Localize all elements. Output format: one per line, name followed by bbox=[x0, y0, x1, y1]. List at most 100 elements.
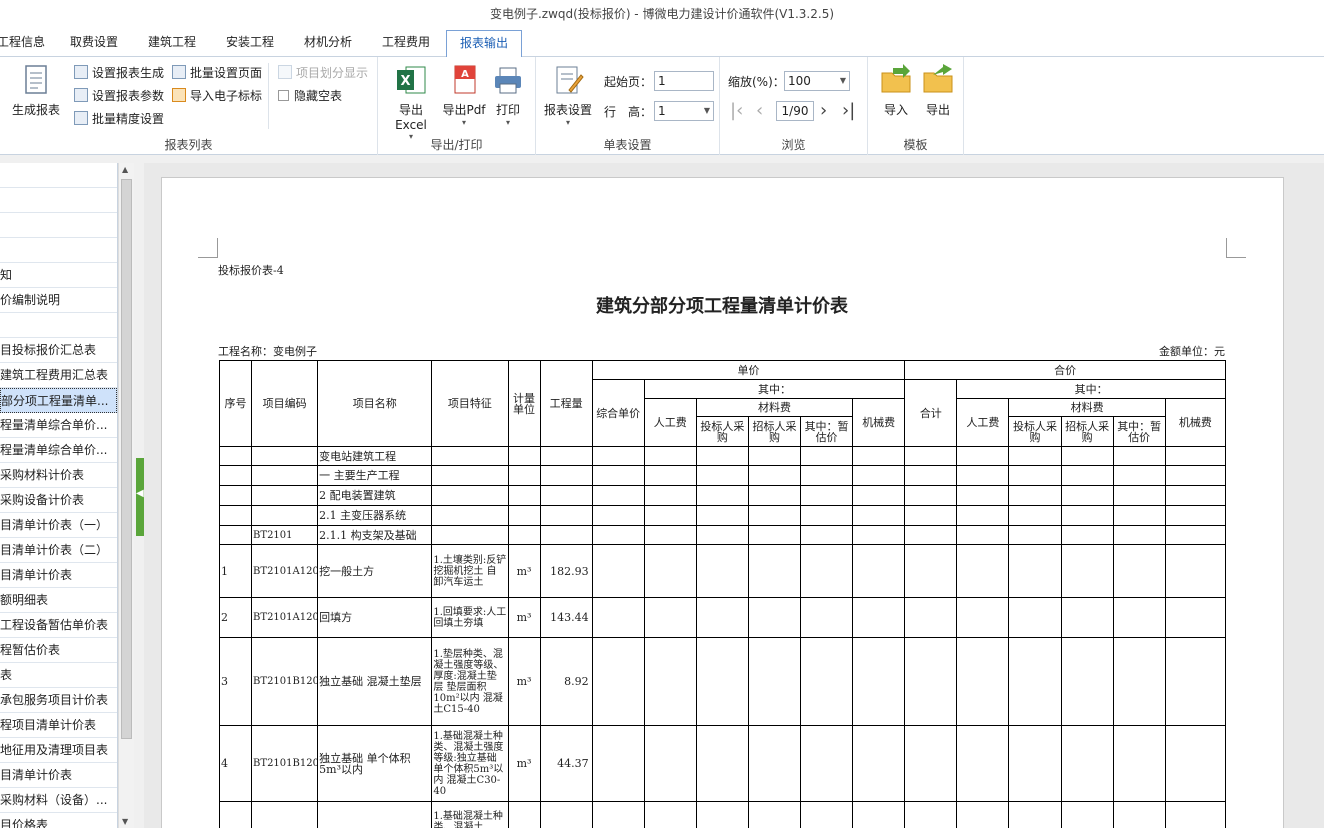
report-list-item[interactable]: 目价格表 bbox=[0, 813, 117, 828]
tab-install[interactable]: 安装工程 bbox=[218, 30, 282, 57]
tab-project-cost[interactable]: 工程费用 bbox=[374, 30, 438, 57]
cell-feature bbox=[431, 465, 509, 486]
cell-amount bbox=[852, 465, 906, 486]
cell-amount bbox=[747, 446, 802, 466]
cell-seq: 3 bbox=[218, 637, 253, 726]
report-list-item[interactable]: 目清单计价表（二） bbox=[0, 538, 117, 563]
set-report-params-button[interactable]: 设置报表参数 bbox=[74, 86, 164, 106]
report-list-item[interactable]: 采购设备计价表 bbox=[0, 488, 117, 513]
params-icon bbox=[74, 88, 88, 102]
cell-qty bbox=[539, 525, 593, 545]
cell-amount bbox=[747, 525, 802, 545]
cell-amount bbox=[591, 446, 645, 466]
report-list-item[interactable] bbox=[0, 188, 117, 213]
row-height-select[interactable]: 1 ▼ bbox=[654, 101, 714, 121]
table-row: 1BT2101A12003挖一般土方1.土壤类别:反铲挖掘机挖土 自卸汽车运土m… bbox=[218, 544, 1227, 598]
cell-unit: m³ bbox=[507, 544, 541, 598]
cell-amount bbox=[852, 637, 906, 726]
first-page-icon[interactable]: |‹ bbox=[730, 100, 743, 121]
scrollbar-thumb[interactable] bbox=[121, 179, 132, 739]
report-list-item[interactable]: 承包服务项目计价表 bbox=[0, 688, 117, 713]
cell-name: 变电站建筑工程 bbox=[317, 446, 433, 466]
cell-amount bbox=[1008, 446, 1062, 466]
report-list-item[interactable] bbox=[0, 313, 117, 338]
report-list-item[interactable]: 目投标报价汇总表 bbox=[0, 338, 117, 363]
cell-amount bbox=[800, 525, 854, 545]
report-list-item[interactable]: 程量清单综合单价... bbox=[0, 413, 117, 438]
cell-code bbox=[251, 801, 319, 828]
report-list-item[interactable]: 程量清单综合单价... bbox=[0, 438, 117, 463]
cell-amount bbox=[800, 505, 854, 526]
cell-amount bbox=[695, 544, 749, 598]
cell-amount bbox=[695, 525, 749, 545]
batch-page-setup-button[interactable]: 批量设置页面 bbox=[172, 63, 262, 83]
report-list-item[interactable]: 采购材料计价表 bbox=[0, 463, 117, 488]
cell-qty: 8.92 bbox=[539, 637, 593, 726]
window-title: 变电例子.zwqd(投标报价) - 博微电力建设计价通软件(V1.3.2.5) bbox=[0, 0, 1324, 26]
cell-amount bbox=[904, 505, 958, 526]
prev-page-icon[interactable]: ‹ bbox=[756, 100, 763, 121]
cell-unit bbox=[507, 485, 541, 506]
report-list-item[interactable] bbox=[0, 238, 117, 263]
tab-building[interactable]: 建筑工程 bbox=[140, 30, 204, 57]
report-list-item[interactable] bbox=[0, 213, 117, 238]
cell-amount bbox=[1008, 485, 1062, 506]
report-list-item[interactable]: 程项目清单计价表 bbox=[0, 713, 117, 738]
cell-amount bbox=[852, 505, 906, 526]
report-list-item[interactable]: 工程设备暂估单价表 bbox=[0, 613, 117, 638]
zoom-select[interactable]: 100 ▼ bbox=[784, 71, 850, 91]
hide-empty-checkbox[interactable]: 隐藏空表 bbox=[278, 86, 342, 106]
report-list-item[interactable]: 采购材料（设备）... bbox=[0, 788, 117, 813]
report-list-item[interactable]: 表 bbox=[0, 663, 117, 688]
export-excel-button[interactable]: X 导出Excel ▾ bbox=[384, 63, 438, 141]
template-export-button[interactable]: 导出 bbox=[918, 63, 958, 118]
cell-amount bbox=[1164, 446, 1227, 466]
cell-amount bbox=[1060, 465, 1114, 486]
report-list-item[interactable]: 知 bbox=[0, 263, 117, 288]
table-row: BT2101 2.1.1 构支架及基础 bbox=[218, 525, 1227, 545]
cell-amount bbox=[1008, 544, 1062, 598]
template-import-button[interactable]: 导入 bbox=[876, 63, 916, 118]
report-settings-button[interactable]: 报表设置 ▾ bbox=[540, 63, 596, 127]
report-list-scrollbar[interactable]: ▲ ▼ bbox=[118, 163, 134, 828]
start-page-input[interactable]: 1 bbox=[654, 71, 714, 91]
report-list-item[interactable]: 价编制说明 bbox=[0, 288, 117, 313]
import-bid-button[interactable]: 导入电子标标 bbox=[172, 86, 262, 106]
report-list-item[interactable]: 额明细表 bbox=[0, 588, 117, 613]
print-button[interactable]: 打印 ▾ bbox=[490, 63, 526, 127]
report-settings-icon bbox=[74, 65, 88, 79]
report-list-item[interactable]: 程暂估价表 bbox=[0, 638, 117, 663]
report-list-item[interactable]: 目清单计价表（一） bbox=[0, 513, 117, 538]
cell-feature bbox=[431, 505, 509, 526]
scroll-up-icon[interactable]: ▲ bbox=[122, 165, 128, 174]
cell-amount bbox=[852, 525, 906, 545]
report-list-item[interactable]: 目清单计价表 bbox=[0, 763, 117, 788]
cell-amount bbox=[904, 801, 958, 828]
scroll-down-icon[interactable]: ▼ bbox=[122, 817, 128, 826]
group-template: 导入 导出 模板 bbox=[868, 57, 964, 155]
cell-amount bbox=[1060, 505, 1114, 526]
cell-amount bbox=[1112, 446, 1166, 466]
checkbox-box bbox=[278, 90, 289, 101]
export-pdf-button[interactable]: A 导出Pdf ▾ bbox=[440, 63, 488, 127]
report-list-item[interactable]: 目清单计价表 bbox=[0, 563, 117, 588]
cell-qty bbox=[539, 446, 593, 466]
next-page-icon[interactable]: › bbox=[820, 100, 827, 121]
tab-material-analysis[interactable]: 材机分析 bbox=[296, 30, 360, 57]
tab-fee-settings[interactable]: 取费设置 bbox=[62, 30, 126, 57]
report-list-item[interactable]: 部分项工程量清单... bbox=[0, 388, 117, 413]
report-list-item[interactable]: 建筑工程费用汇总表 bbox=[0, 363, 117, 388]
tab-report-output[interactable]: 报表输出 bbox=[446, 30, 522, 58]
report-list-item[interactable] bbox=[0, 163, 117, 188]
tab-project-info[interactable]: 工程信息 bbox=[0, 30, 46, 57]
panel-collapse-handle[interactable]: ◀ bbox=[136, 458, 144, 536]
item-display-button[interactable]: 项目划分显示 bbox=[278, 63, 368, 83]
report-list-item[interactable]: 地征用及清理项目表 bbox=[0, 738, 117, 763]
batch-precision-button[interactable]: 批量精度设置 bbox=[74, 109, 164, 129]
set-report-generate-button[interactable]: 设置报表生成 bbox=[74, 63, 164, 83]
svg-text:X: X bbox=[400, 74, 410, 89]
last-page-icon[interactable]: ›| bbox=[842, 100, 855, 121]
generate-report-button[interactable]: 生成报表 bbox=[8, 63, 64, 118]
page-indicator[interactable]: 1/90 bbox=[776, 101, 814, 121]
header-seq: 序号 bbox=[218, 360, 253, 447]
